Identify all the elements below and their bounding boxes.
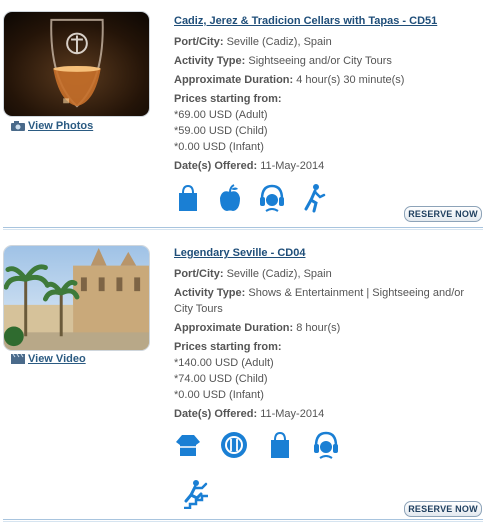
view-photos-link[interactable]: View Photos: [10, 120, 93, 132]
dates-value: 11-May-2014: [260, 160, 325, 172]
shopping-bag-icon: [174, 183, 202, 213]
port-row: Port/City: Seville (Cadiz), Spain: [174, 34, 474, 50]
activity-label: Activity Type:: [174, 287, 246, 299]
reserve-now-button[interactable]: RESERVE NOW: [404, 206, 482, 222]
stairs-climbing-icon: [182, 479, 210, 509]
port-value: Seville (Cadiz), Spain: [226, 268, 332, 280]
view-photos-text[interactable]: View Photos: [28, 120, 93, 132]
dates-value: 11-May-2014: [260, 408, 325, 420]
tour-divider: [3, 227, 483, 230]
price-infant: *0.00 USD (Infant): [174, 389, 264, 401]
walking-icon: [300, 183, 328, 213]
duration-row: Approximate Duration: 4 hour(s) 30 minut…: [174, 72, 474, 88]
amenity-icons: [174, 430, 340, 460]
price-adult: *140.00 USD (Adult): [174, 357, 274, 369]
tour-card: View Photos Cadiz, Jerez & Tradicion Cel…: [0, 0, 487, 230]
prices-heading: Prices starting from:: [174, 341, 282, 353]
price-child: *59.00 USD (Child): [174, 125, 268, 137]
price-adult: *69.00 USD (Adult): [174, 109, 268, 121]
tour-title-link[interactable]: Cadiz, Jerez & Tradicion Cellars with Ta…: [174, 15, 474, 27]
tour-card: View Video Legendary Seville - CD04 Port…: [0, 232, 487, 524]
camera-icon: [11, 121, 25, 131]
apple-food-icon: [216, 183, 244, 213]
amenity-icons-row2: [182, 479, 210, 509]
duration-value: 8 hour(s): [296, 322, 341, 334]
duration-label: Approximate Duration:: [174, 322, 294, 334]
activity-value: Sightseeing and/or City Tours: [248, 55, 392, 67]
dates-label: Date(s) Offered:: [174, 160, 258, 172]
dress-code-icon: [174, 430, 202, 460]
tour-info: Cadiz, Jerez & Tradicion Cellars with Ta…: [174, 15, 474, 174]
duration-value: 4 hour(s) 30 minute(s): [296, 74, 405, 86]
video-clapper-icon: [11, 353, 25, 364]
dates-label: Date(s) Offered:: [174, 408, 258, 420]
prices-block: Prices starting from: *140.00 USD (Adult…: [174, 339, 474, 403]
audio-guide-icon: [258, 183, 286, 213]
duration-label: Approximate Duration:: [174, 74, 294, 86]
view-video-link[interactable]: View Video: [10, 353, 86, 365]
prices-heading: Prices starting from:: [174, 93, 282, 105]
port-label: Port/City:: [174, 36, 224, 48]
price-infant: *0.00 USD (Infant): [174, 141, 264, 153]
tour-info: Legendary Seville - CD04 Port/City: Sevi…: [174, 247, 474, 422]
shopping-bag-icon: [266, 430, 294, 460]
activity-label: Activity Type:: [174, 55, 246, 67]
activity-row: Activity Type: Shows & Entertainment | S…: [174, 285, 474, 317]
dates-row: Date(s) Offered: 11-May-2014: [174, 158, 474, 174]
duration-row: Approximate Duration: 8 hour(s): [174, 320, 474, 336]
activity-row: Activity Type: Sightseeing and/or City T…: [174, 53, 474, 69]
meal-plate-icon: [220, 430, 248, 460]
prices-block: Prices starting from: *69.00 USD (Adult)…: [174, 91, 474, 155]
port-row: Port/City: Seville (Cadiz), Spain: [174, 266, 474, 282]
reserve-now-button[interactable]: RESERVE NOW: [404, 501, 482, 517]
audio-guide-icon: [312, 430, 340, 460]
tour-photo-wine-glass[interactable]: [3, 11, 150, 117]
tour-title-link[interactable]: Legendary Seville - CD04: [174, 247, 474, 259]
tour-photo-seville-cathedral[interactable]: [3, 245, 150, 351]
view-video-text[interactable]: View Video: [28, 353, 86, 365]
port-label: Port/City:: [174, 268, 224, 280]
port-value: Seville (Cadiz), Spain: [226, 36, 332, 48]
tour-divider: [3, 519, 483, 522]
price-child: *74.00 USD (Child): [174, 373, 268, 385]
amenity-icons: [174, 183, 328, 213]
dates-row: Date(s) Offered: 11-May-2014: [174, 406, 474, 422]
